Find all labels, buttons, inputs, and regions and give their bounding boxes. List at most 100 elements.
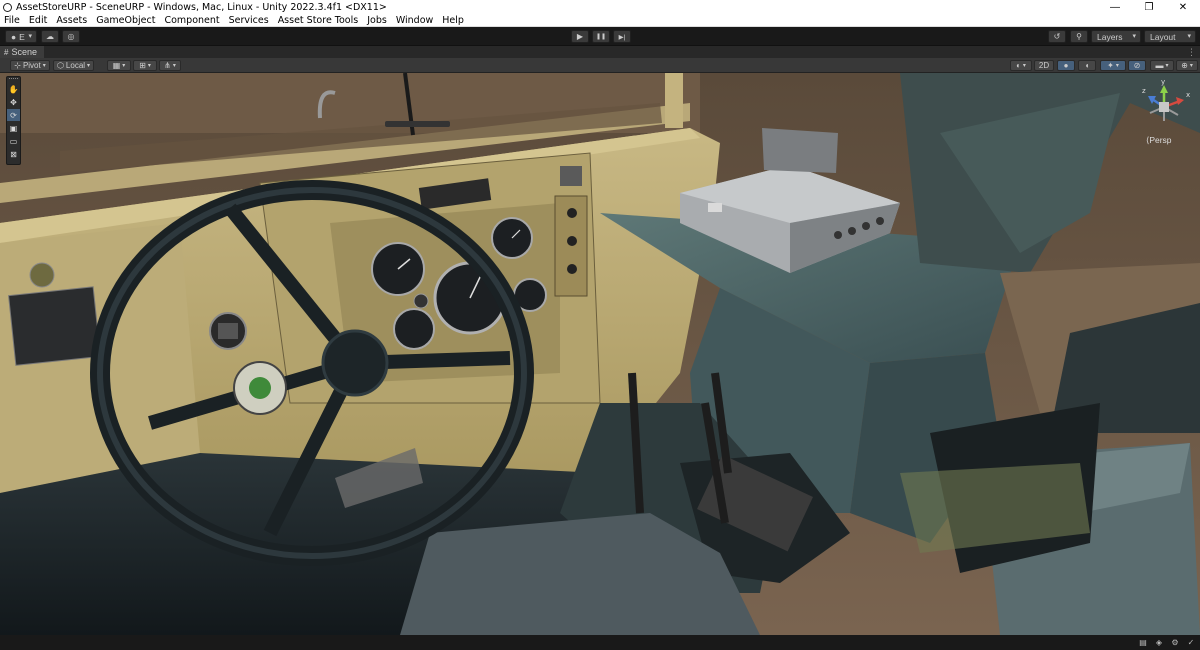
layers-label: Layers <box>1097 31 1123 42</box>
orientation-gizmo[interactable]: y x z ⟨Persp <box>1142 78 1192 149</box>
pause-icon: ❚❚ <box>595 34 607 40</box>
more-options-icon[interactable]: ⋮ <box>1187 46 1196 58</box>
chevron-down-icon: ▾ <box>1115 63 1119 69</box>
menu-edit[interactable]: Edit <box>25 14 52 27</box>
account-icon: ● <box>11 31 17 42</box>
menu-file[interactable]: File <box>0 14 25 27</box>
layout-dropdown[interactable]: Layout ▾ <box>1144 30 1196 43</box>
menu-help[interactable]: Help <box>438 14 469 27</box>
tab-scene-label: Scene <box>11 47 37 57</box>
camera-settings-button[interactable]: ▬ ▾ <box>1150 60 1174 71</box>
history-button[interactable]: ↺ <box>1048 30 1066 43</box>
hand-tool-icon[interactable]: ✋ <box>7 83 20 95</box>
menu-component[interactable]: Component <box>160 14 224 27</box>
move-tool-icon[interactable]: ✥ <box>7 96 20 108</box>
ruler-icon: ⋔ <box>164 61 171 70</box>
gizmos-icon: ⊕ <box>1181 61 1188 70</box>
pivot-icon: ⊹ <box>14 61 21 70</box>
pause-button[interactable]: ❚❚ <box>592 30 610 43</box>
cloud-icon: ☁ <box>46 32 54 41</box>
status-bar: ▤ ◈ ⚙ ✓ <box>0 635 1200 650</box>
draw-mode-button[interactable]: ◐ ▾ <box>1010 60 1032 71</box>
gizmo-x-label: x <box>1186 91 1190 99</box>
lighting-toggle[interactable]: ● <box>1057 60 1075 71</box>
menu-services[interactable]: Services <box>225 14 274 27</box>
menu-assets[interactable]: Assets <box>52 14 92 27</box>
chevron-down-icon: ▾ <box>1165 63 1169 69</box>
gizmo-z-label: z <box>1142 87 1146 95</box>
play-button[interactable]: ▶ <box>571 30 589 43</box>
chevron-down-icon: ▾ <box>1189 63 1193 69</box>
history-icon: ↺ <box>1053 32 1061 41</box>
menu-bar: File Edit Assets GameObject Component Se… <box>0 14 1200 27</box>
menu-asset-store-tools[interactable]: Asset Store Tools <box>274 14 364 27</box>
camera-projection-label[interactable]: ⟨Persp <box>1146 135 1172 146</box>
audio-toggle[interactable]: ◖ <box>1078 60 1096 71</box>
increment-snap-button[interactable]: ⋔ ▾ <box>159 60 181 71</box>
grid-icon: ▦ <box>112 61 121 70</box>
menu-jobs[interactable]: Jobs <box>363 14 392 27</box>
step-button[interactable]: ▶| <box>613 30 631 43</box>
chevron-down-icon: ▾ <box>1022 63 1026 69</box>
local-icon: ⬡ <box>56 61 64 70</box>
chevron-down-icon: ▾ <box>87 63 91 69</box>
light-bulb-icon: ● <box>1063 61 1069 70</box>
window-controls: — ❐ ✕ <box>1098 0 1200 14</box>
lighting-progress-icon[interactable]: ◈ <box>1154 637 1164 647</box>
eye-slash-icon: ⊘ <box>1133 61 1141 70</box>
account-label: E <box>19 31 25 42</box>
scene-viewport[interactable]: ✋ ✥ ⟳ ▣ ▭ ⊠ y x z ⟨Persp <box>0 73 1200 635</box>
pivot-toggle[interactable]: ⊹ Pivot ▾ <box>10 60 50 71</box>
tab-bar: # Scene ⋮ <box>0 46 1200 58</box>
chevron-down-icon: ▾ <box>42 63 46 69</box>
snap-increment-button[interactable]: ⊞ ▾ <box>133 60 157 71</box>
step-icon: ▶| <box>618 33 626 41</box>
local-label: Local <box>65 61 86 70</box>
gizmo-y-label: y <box>1161 79 1165 86</box>
chevron-down-icon: ▾ <box>28 33 32 40</box>
axis-gizmo-icon: y x z <box>1142 78 1190 121</box>
chevron-down-icon: ▾ <box>1187 33 1191 40</box>
menu-gameobject[interactable]: GameObject <box>92 14 160 27</box>
rotate-tool-icon[interactable]: ⟳ <box>7 109 20 121</box>
shading-icon: ◐ <box>1016 61 1021 70</box>
search-icon: ⚲ <box>1076 32 1082 41</box>
scene-render <box>0 73 1200 635</box>
transform-tool-icon[interactable]: ⊠ <box>7 148 20 160</box>
persp-text: Persp <box>1149 135 1172 145</box>
collab-icon: ◎ <box>67 32 75 41</box>
grid-snap-button[interactable]: ▦ ▾ <box>107 60 131 71</box>
chevron-down-icon: ▾ <box>1132 33 1136 40</box>
menu-window[interactable]: Window <box>392 14 438 27</box>
unity-logo-icon <box>3 2 12 12</box>
collab-button[interactable]: ◎ <box>62 30 80 43</box>
play-icon: ▶ <box>576 32 584 41</box>
2d-label: 2D <box>1038 61 1050 70</box>
scene-tools-palette: ✋ ✥ ⟳ ▣ ▭ ⊠ <box>6 76 21 165</box>
scene-toolbar: ⊹ Pivot ▾ ⬡ Local ▾ ▦ ▾ ⊞ ▾ ⋔ ▾ ◐ ▾ 2D ●… <box>0 58 1200 73</box>
layers-dropdown[interactable]: Layers ▾ <box>1091 30 1141 43</box>
tab-scene[interactable]: # Scene <box>0 46 44 58</box>
camera-icon: ▬ <box>1155 61 1164 70</box>
account-dropdown[interactable]: ● E ▾ <box>5 30 37 43</box>
auto-generate-icon[interactable]: ✓ <box>1186 637 1196 647</box>
minimize-button[interactable]: — <box>1098 0 1132 14</box>
speaker-icon: ◖ <box>1084 61 1090 70</box>
scale-tool-icon[interactable]: ▣ <box>7 122 20 134</box>
2d-toggle[interactable]: 2D <box>1034 60 1054 71</box>
main-toolbar: ● E ▾ ☁ ◎ ▶ ❚❚ ▶| ↺ ⚲ Layers ▾ Layout ▾ <box>0 27 1200 46</box>
close-button[interactable]: ✕ <box>1166 0 1200 14</box>
search-button[interactable]: ⚲ <box>1070 30 1088 43</box>
cloud-button[interactable]: ☁ <box>41 30 59 43</box>
gizmos-button[interactable]: ⊕ ▾ <box>1176 60 1198 71</box>
effects-toggle[interactable]: ✦ ▾ <box>1100 60 1126 71</box>
rect-tool-icon[interactable]: ▭ <box>7 135 20 147</box>
chevron-down-icon: ▾ <box>147 63 151 69</box>
console-icon[interactable]: ▤ <box>1138 637 1148 647</box>
local-toggle[interactable]: ⬡ Local ▾ <box>53 60 94 71</box>
layout-label: Layout <box>1150 31 1176 42</box>
maximize-button[interactable]: ❐ <box>1132 0 1166 14</box>
palette-grip[interactable] <box>9 78 18 82</box>
hidden-objects-toggle[interactable]: ⊘ <box>1128 60 1146 71</box>
debug-icon[interactable]: ⚙ <box>1170 637 1180 647</box>
